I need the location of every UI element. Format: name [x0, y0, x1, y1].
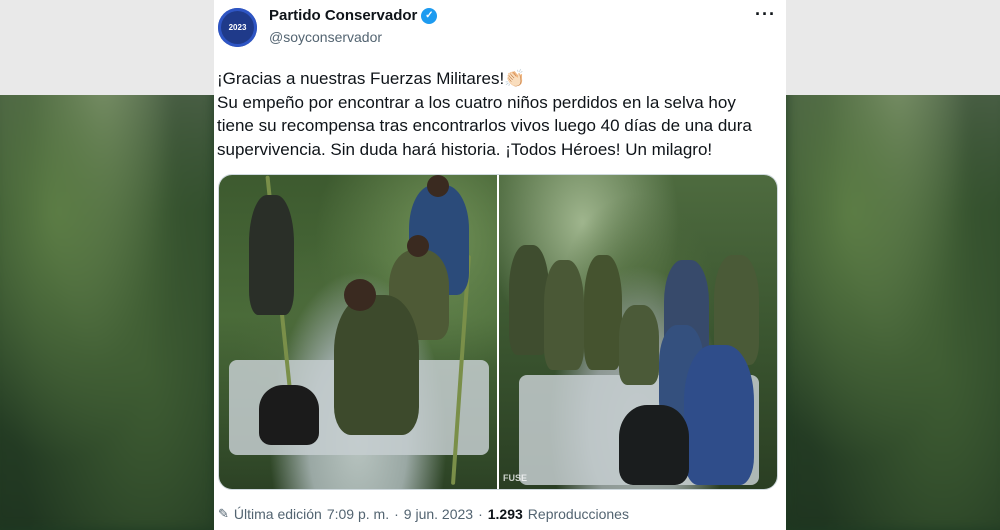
- avatar-text: 2023: [228, 23, 247, 32]
- person-figure: [259, 385, 319, 445]
- image-watermark: FUSE: [503, 473, 528, 483]
- tweet-text-line-1: ¡Gracias a nuestras Fuerzas Militares!👏🏻: [217, 69, 526, 88]
- person-figure: [544, 260, 584, 370]
- person-figure: [619, 305, 659, 385]
- person-figure: [619, 405, 689, 485]
- person-head: [427, 175, 449, 197]
- separator: ·: [394, 506, 399, 522]
- person-head: [407, 235, 429, 257]
- blurred-header-left: [0, 0, 214, 95]
- person-figure: [509, 245, 549, 355]
- photo-soldiers-left[interactable]: [219, 175, 497, 489]
- person-head: [344, 279, 376, 311]
- separator: ·: [478, 506, 483, 522]
- more-icon[interactable]: ···: [755, 4, 776, 25]
- pencil-icon: ✎: [218, 506, 229, 521]
- edited-label[interactable]: Última edición: [234, 506, 322, 522]
- person-figure: [249, 195, 294, 315]
- user-handle[interactable]: @soyconservador: [269, 29, 382, 45]
- views-count: 1.293: [487, 506, 523, 522]
- tweet-card: 2023 Partido Conservador ✓ @soyconservad…: [214, 0, 786, 530]
- blurred-header-right: [786, 0, 1000, 95]
- person-figure: [684, 345, 754, 485]
- verified-badge-icon: ✓: [421, 7, 438, 24]
- person-figure: [584, 255, 622, 370]
- display-name-row[interactable]: Partido Conservador ✓: [269, 7, 438, 24]
- person-figure: [334, 295, 419, 435]
- tweet-media[interactable]: FUSE: [218, 174, 778, 490]
- tweet-time[interactable]: 7:09 p. m.: [327, 506, 389, 522]
- avatar[interactable]: 2023: [218, 8, 257, 47]
- tweet-text-body: Su empeño por encontrar a los cuatro niñ…: [217, 92, 752, 159]
- tweet-date[interactable]: 9 jun. 2023: [404, 506, 473, 522]
- tweet-metadata: ✎ Última edición 7:09 p. m. · 9 jun. 202…: [218, 506, 629, 522]
- display-name[interactable]: Partido Conservador: [269, 7, 417, 24]
- tweet-text: ¡Gracias a nuestras Fuerzas Militares!👏🏻…: [217, 67, 777, 161]
- views-label: Reproducciones: [527, 506, 629, 522]
- photo-group-right[interactable]: FUSE: [499, 175, 777, 489]
